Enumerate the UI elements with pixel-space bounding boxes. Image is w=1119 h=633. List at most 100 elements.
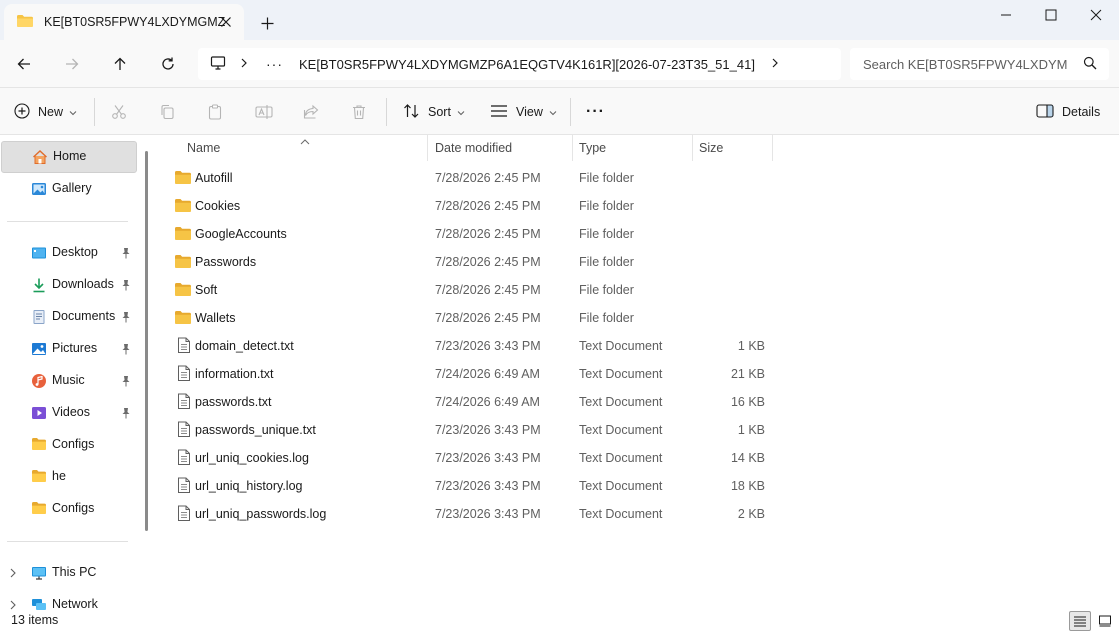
back-icon[interactable] [10,50,38,78]
file-row[interactable]: url_uniq_passwords.log 7/23/2026 3:43 PM T… [168,500,788,528]
details-view-icon[interactable] [1069,611,1091,631]
file-type: File folder [579,171,634,185]
file-name: Wallets [195,311,236,325]
sidebar-item-label: Configs [52,501,95,515]
file-type: Text Document [579,507,663,521]
view-button[interactable]: View [490,100,557,124]
file-name: url_uniq_cookies.log [195,451,309,465]
column-header-date-modified[interactable]: Date modified [435,135,512,161]
column-divider[interactable] [692,135,693,161]
breadcrumb-current[interactable]: KE[BT0SR5FPWY4LXDYMGMZP6A1EQGTV4K161R][2… [299,57,755,72]
close-icon[interactable] [1073,0,1119,30]
sidebar-divider [7,221,128,222]
search-icon [1083,56,1097,73]
pin-icon[interactable] [121,407,131,422]
chevron-right-icon[interactable] [771,57,779,72]
rename-icon[interactable] [255,100,273,124]
file-row[interactable]: Soft 7/28/2026 2:45 PM File folder [168,276,788,304]
chevron-right-icon[interactable] [240,57,248,72]
new-tab-icon[interactable] [256,12,278,34]
sidebar-item-videos[interactable]: Videos [0,397,136,429]
videos-icon [31,405,47,421]
search-input[interactable]: Search KE[BT0SR5FPWY4LXDYMGMZ [850,48,1109,80]
sidebar-item-label: Network [52,597,98,610]
sidebar-item-gallery[interactable]: Gallery [0,173,136,205]
minimize-icon[interactable] [983,0,1029,30]
text-file-icon [177,505,191,525]
more-options-button[interactable]: ··· [586,100,605,124]
column-divider[interactable] [572,135,573,161]
column-header-size[interactable]: Size [699,135,723,161]
copy-icon[interactable] [159,100,175,124]
file-row[interactable]: Cookies 7/28/2026 2:45 PM File folder [168,192,788,220]
file-row[interactable]: Autofill 7/28/2026 2:45 PM File folder [168,164,788,192]
maximize-icon[interactable] [1028,0,1074,30]
up-icon[interactable] [106,50,134,78]
file-row[interactable]: Wallets 7/28/2026 2:45 PM File folder [168,304,788,332]
refresh-icon[interactable] [154,50,182,78]
sidebar-item-label: Videos [52,405,90,419]
paste-icon[interactable] [207,100,223,124]
sidebar-scrollbar[interactable] [145,151,148,531]
tab-current-folder[interactable]: KE[BT0SR5FPWY4LXDYMGMZ [4,4,244,40]
cut-icon[interactable] [111,100,127,124]
sidebar-item-he[interactable]: he [0,461,136,493]
pin-icon[interactable] [121,343,131,358]
sidebar-item-label: Configs [52,437,95,451]
folder-icon [174,170,192,188]
file-row[interactable]: passwords.txt 7/24/2026 6:49 AM Text Docum… [168,388,788,416]
column-divider[interactable] [427,135,428,161]
sidebar-item-downloads[interactable]: Downloads [0,269,136,301]
file-row[interactable]: passwords_unique.txt 7/23/2026 3:43 PM Tex… [168,416,788,444]
file-row[interactable]: information.txt 7/24/2026 6:49 AM Text Doc… [168,360,788,388]
sort-button[interactable]: Sort [403,100,465,124]
file-row[interactable]: Passwords 7/28/2026 2:45 PM File folder [168,248,788,276]
sidebar-item-this-pc[interactable]: This PC [0,557,136,589]
sidebar-item-network[interactable]: Network [0,589,136,610]
file-row[interactable]: url_uniq_cookies.log 7/23/2026 3:43 PM Tex… [168,444,788,472]
column-divider[interactable] [772,135,773,161]
sidebar-item-label: Home [53,149,87,163]
pin-icon[interactable] [121,311,131,326]
file-name: passwords_unique.txt [195,423,316,437]
file-date-modified: 7/23/2026 3:43 PM [435,451,541,465]
forward-icon[interactable] [58,50,86,78]
file-date-modified: 7/28/2026 2:45 PM [435,283,541,297]
file-row[interactable]: GoogleAccounts 7/28/2026 2:45 PM File fold… [168,220,788,248]
address-bar[interactable]: ··· KE[BT0SR5FPWY4LXDYMGMZP6A1EQGTV4K161… [198,48,841,80]
sidebar-item-documents[interactable]: Documents [0,301,136,333]
command-bar: New Sort View ··· Details [0,88,1119,135]
this-pc-icon[interactable] [210,55,226,74]
tab-close-icon[interactable] [216,12,236,32]
pin-icon[interactable] [121,375,131,390]
sidebar-item-music[interactable]: Music [0,365,136,397]
chevron-right-icon[interactable] [9,599,17,610]
sidebar-item-pictures[interactable]: Pictures [0,333,136,365]
column-header-type[interactable]: Type [579,135,606,161]
pin-icon[interactable] [121,247,131,262]
sidebar-item-home[interactable]: Home [1,141,137,173]
share-icon[interactable] [303,100,319,124]
large-icons-view-icon[interactable] [1094,611,1116,631]
file-row[interactable]: url_uniq_history.log 7/23/2026 3:43 PM Tex… [168,472,788,500]
pin-icon[interactable] [121,279,131,294]
sidebar-item-configs[interactable]: Configs [0,429,136,461]
sort-ascending-icon [300,134,310,148]
file-size: 18 KB [730,479,765,493]
new-button[interactable]: New [14,100,77,124]
sidebar-item-configs[interactable]: Configs [0,493,136,525]
file-type: Text Document [579,451,663,465]
file-type: Text Document [579,423,663,437]
path-overflow-button[interactable]: ··· [266,56,283,72]
folder-icon [174,310,192,328]
file-name: passwords.txt [195,395,272,409]
delete-icon[interactable] [351,100,367,124]
text-file-icon [177,477,191,497]
details-pane-button[interactable]: Details [1036,100,1100,124]
music-icon [31,373,47,389]
column-header-name[interactable]: Name [187,135,220,161]
file-row[interactable]: domain_detect.txt 7/23/2026 3:43 PM Text D… [168,332,788,360]
file-size: 21 KB [730,367,765,381]
chevron-right-icon[interactable] [9,567,17,582]
sidebar-item-desktop[interactable]: Desktop [0,237,136,269]
